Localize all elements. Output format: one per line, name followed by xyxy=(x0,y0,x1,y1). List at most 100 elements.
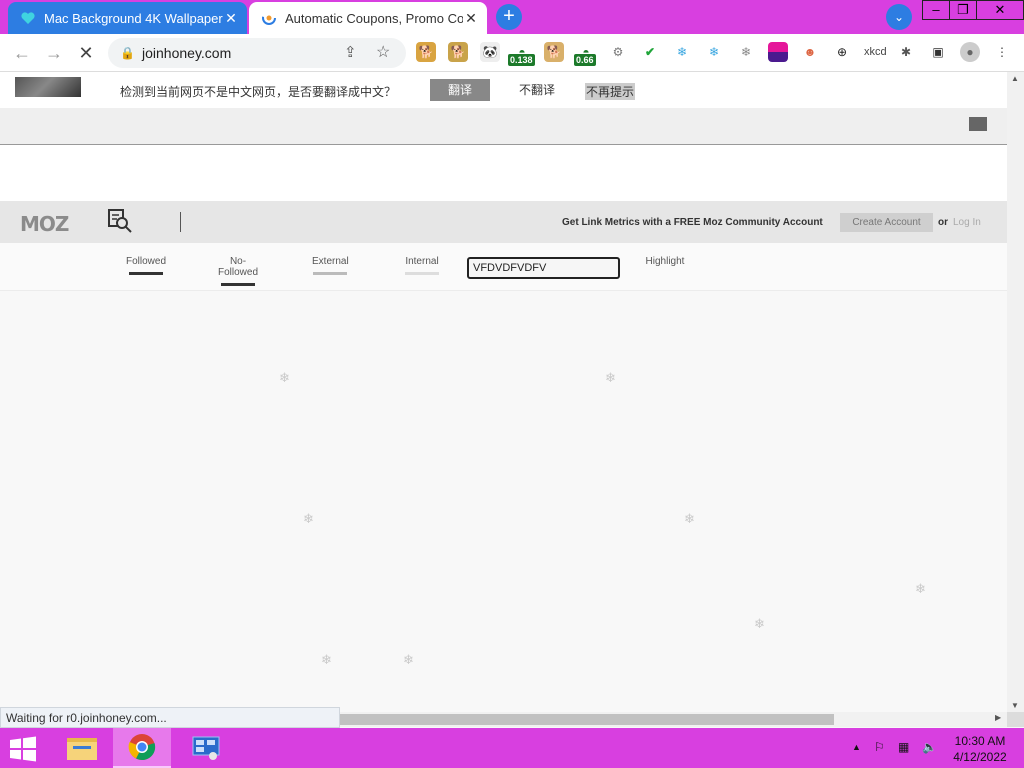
bookmark-star-icon[interactable]: ☆ xyxy=(376,42,390,62)
filter-underline xyxy=(313,272,347,275)
heart-icon xyxy=(21,12,35,24)
menu-icon[interactable]: ⋮ xyxy=(992,42,1012,62)
scroll-up-icon[interactable]: ▲ xyxy=(1011,74,1019,83)
scroll-down-icon[interactable]: ▼ xyxy=(1011,701,1019,710)
lock-icon: 🔒 xyxy=(120,46,135,60)
show-hidden-icons[interactable]: ▲ xyxy=(852,742,861,752)
chrome-icon xyxy=(128,734,156,761)
settings-icon[interactable]: ⚙ xyxy=(608,42,628,62)
or-text: or xyxy=(938,217,948,228)
clock[interactable]: 10:30 AM 4/12/2022 xyxy=(945,733,1015,765)
browser-toolbar: ← → ✕ 🔒 joinhoney.com ⇪ ☆ 🐕 🐕 🐼 ◓ 0.138 … xyxy=(0,34,1024,72)
clock-date: 4/12/2022 xyxy=(953,750,1007,764)
no-translate-button[interactable]: 不翻译 xyxy=(519,81,555,98)
page-spacer xyxy=(0,145,1007,201)
crosshair-icon[interactable]: ⊕ xyxy=(832,42,852,62)
network-icon[interactable]: ▦ xyxy=(898,740,909,754)
filter-label: No-Followed xyxy=(217,256,259,278)
chrome-taskbar-button[interactable] xyxy=(113,728,171,768)
snowflake-icon: ❄ xyxy=(605,370,616,385)
filter-external[interactable]: External xyxy=(312,256,349,275)
never-show-button[interactable]: 不再提示 xyxy=(585,83,636,100)
folder-icon xyxy=(67,738,97,760)
snowflake-icon[interactable]: ❄ xyxy=(736,42,756,62)
windows-start-icon[interactable] xyxy=(8,736,38,762)
snowflake-icon: ❄ xyxy=(754,616,765,631)
moz-logo[interactable]: MOZ xyxy=(20,212,69,236)
checkmark-icon[interactable]: ✔ xyxy=(640,42,660,62)
minimize-button[interactable]: – xyxy=(922,0,950,20)
moz-link-filters: Followed No-Followed External Internal V… xyxy=(0,243,1007,291)
flag-icon[interactable] xyxy=(768,42,788,62)
status-bar: Waiting for r0.joinhoney.com... xyxy=(0,707,340,728)
filter-underline xyxy=(129,272,163,275)
translate-bar: 检测到当前网页不是中文网页，是否要翻译成中文？ 翻译 不翻译 不再提示 xyxy=(0,72,1007,108)
filter-label: External xyxy=(312,256,349,267)
filter-no-followed[interactable]: No-Followed xyxy=(210,256,266,286)
page-content: ❄ ❄ ❄ ❄ ❄ ❄ ❄ ❄ xyxy=(0,291,1007,713)
chart-icon[interactable] xyxy=(969,117,987,131)
face-icon[interactable]: ☻ xyxy=(800,42,820,62)
snowflake-icon: ❄ xyxy=(403,652,414,667)
filter-label: Internal xyxy=(405,256,439,267)
panda-icon[interactable]: 🐼 xyxy=(480,42,500,62)
scrollbar-thumb[interactable] xyxy=(340,714,834,725)
filter-underline xyxy=(405,272,439,275)
close-icon[interactable]: ✕ xyxy=(463,10,479,27)
snowflake-icon[interactable]: ❄ xyxy=(704,42,724,62)
highlight-button[interactable]: Highlight xyxy=(645,256,685,267)
create-account-button[interactable]: Create Account xyxy=(840,213,933,232)
snowflake-icon: ❄ xyxy=(684,511,695,526)
banner-image xyxy=(15,77,81,97)
close-icon[interactable]: ✕ xyxy=(223,10,239,27)
url-text: joinhoney.com xyxy=(142,45,232,61)
file-explorer-button[interactable] xyxy=(53,728,111,768)
translate-message: 检测到当前网页不是中文网页，是否要翻译成中文？ xyxy=(120,85,397,99)
restore-button[interactable]: ❐ xyxy=(949,0,977,20)
filter-followed[interactable]: Followed xyxy=(126,256,166,275)
tab-mac-background[interactable]: Mac Background 4K Wallpaper N ✕ xyxy=(8,2,247,34)
close-window-button[interactable]: ✕ xyxy=(976,0,1024,20)
snowflake-icon: ❄ xyxy=(321,652,332,667)
highlight-input[interactable]: VFDVDFVDFV xyxy=(467,257,620,279)
login-link[interactable]: Log In xyxy=(953,217,981,228)
translate-button[interactable]: 翻译 xyxy=(430,79,490,101)
share-icon[interactable]: ⇪ xyxy=(344,43,357,61)
doge-icon[interactable]: 🐕 xyxy=(448,42,468,62)
doge-icon[interactable]: 🐕 xyxy=(416,42,436,62)
profile-icon[interactable]: ● xyxy=(960,42,980,62)
scroll-right-icon[interactable]: ▶ xyxy=(995,713,1001,722)
doge-icon[interactable]: 🐕 xyxy=(544,42,564,62)
flag-icon[interactable]: ⚐ xyxy=(874,740,885,754)
new-tab-button[interactable]: + xyxy=(496,4,522,30)
back-button[interactable]: ← xyxy=(10,41,34,65)
stop-button[interactable]: ✕ xyxy=(74,41,98,65)
volume-icon[interactable]: 🔈 xyxy=(922,740,937,754)
puzzle-icon[interactable]: ✱ xyxy=(896,42,916,62)
page-header-strip xyxy=(0,108,1007,145)
network-icon xyxy=(192,736,220,760)
forward-button[interactable]: → xyxy=(42,41,66,65)
filter-label: Highlight xyxy=(645,256,685,267)
clock-time: 10:30 AM xyxy=(954,734,1006,748)
scroll-corner xyxy=(1007,712,1024,727)
sidepanel-icon[interactable]: ▣ xyxy=(928,42,948,62)
xkcd-icon[interactable]: xkcd xyxy=(864,42,887,62)
filter-internal[interactable]: Internal xyxy=(405,256,439,275)
snowflake-icon: ❄ xyxy=(915,581,926,596)
tab-title: Automatic Coupons, Promo Code xyxy=(285,10,463,26)
filter-label: Followed xyxy=(126,256,167,267)
page-analysis-icon[interactable] xyxy=(108,209,132,233)
snowflake-icon: ❄ xyxy=(279,370,290,385)
tab-search-button[interactable]: ⌄ xyxy=(886,4,912,30)
tab-joinhoney[interactable]: Automatic Coupons, Promo Code ✕ xyxy=(249,2,487,34)
moz-bar: MOZ Get Link Metrics with a FREE Moz Com… xyxy=(0,201,1007,243)
snowflake-icon: ❄ xyxy=(303,511,314,526)
extension-badge: 0.66 xyxy=(574,54,596,66)
vertical-scrollbar[interactable]: ▲ ▼ xyxy=(1007,72,1024,712)
snowflake-icon[interactable]: ❄ xyxy=(672,42,692,62)
address-bar[interactable]: 🔒 joinhoney.com ⇪ ☆ xyxy=(108,38,406,68)
control-panel-button[interactable] xyxy=(177,728,235,768)
tab-strip: Mac Background 4K Wallpaper N ✕ Automati… xyxy=(0,0,1024,34)
tab-title: Mac Background 4K Wallpaper N xyxy=(44,10,223,26)
